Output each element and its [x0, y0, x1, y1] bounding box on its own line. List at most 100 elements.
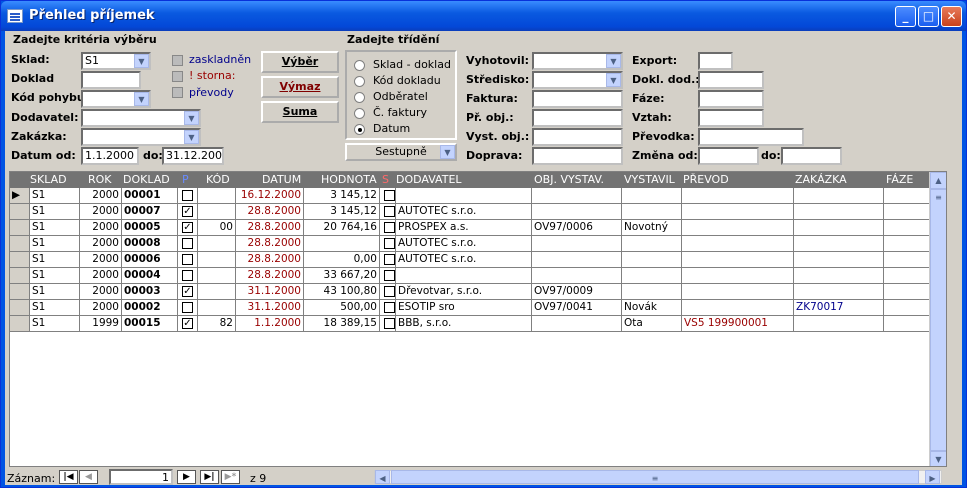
cell-datum[interactable]: 28.8.2000 — [236, 252, 304, 268]
cell-obj[interactable] — [532, 316, 622, 332]
cell-datum[interactable]: 31.1.2000 — [236, 300, 304, 316]
cell-rok[interactable]: 2000 — [80, 268, 122, 284]
cell-datum[interactable]: 16.12.2000 — [236, 188, 304, 204]
cell-obj[interactable] — [532, 268, 622, 284]
dokl-dod-input[interactable] — [698, 71, 764, 89]
prevody-checkbox[interactable] — [172, 87, 183, 98]
cell-obj[interactable] — [532, 252, 622, 268]
cell-obj[interactable] — [532, 188, 622, 204]
cell-hodnota[interactable]: 18 389,15 — [304, 316, 380, 332]
chevron-down-icon[interactable]: ▼ — [606, 54, 621, 68]
cell-zakazka[interactable] — [794, 268, 884, 284]
prevodka-input[interactable] — [698, 128, 804, 146]
chevron-down-icon[interactable]: ▼ — [440, 145, 455, 159]
col-vystavil[interactable]: VYSTAVIL — [624, 173, 675, 187]
scroll-down-icon[interactable]: ▼ — [930, 451, 946, 466]
checkbox-s[interactable] — [384, 318, 395, 329]
vyber-button[interactable]: Výběr — [261, 51, 339, 73]
table-row[interactable]: S1 2000 00007 ✓ 28.8.2000 3 145,12 AUTOTEC s.r… — [10, 204, 946, 220]
datum-do-input[interactable]: 31.12.2000 — [162, 147, 224, 165]
cell-dodavatel[interactable]: AUTOTEC s.r.o. — [396, 236, 532, 252]
table-row[interactable]: S1 2000 00002 31.1.2000 500,00 ESOTIP sro OV97… — [10, 300, 946, 316]
cell-zakazka[interactable] — [794, 220, 884, 236]
table-row[interactable]: ▶ S1 2000 00001 16.12.2000 3 145,12 — [10, 188, 946, 204]
cell-rok[interactable]: 2000 — [80, 236, 122, 252]
col-p[interactable]: P — [182, 173, 189, 187]
naskladnen-checkbox[interactable] — [172, 55, 183, 66]
cell-rok[interactable]: 2000 — [80, 300, 122, 316]
storna-checkbox[interactable] — [172, 71, 183, 82]
cell-prevod[interactable] — [682, 284, 794, 300]
cell-doklad[interactable]: 00004 — [122, 268, 178, 284]
cell-rok[interactable]: 1999 — [80, 316, 122, 332]
cell-vystavil[interactable]: Novotný — [622, 220, 682, 236]
col-rok[interactable]: ROK — [88, 173, 112, 187]
cell-hodnota[interactable]: 500,00 — [304, 300, 380, 316]
cell-dodavatel[interactable]: AUTOTEC s.r.o. — [396, 252, 532, 268]
checkbox-p[interactable] — [182, 190, 193, 201]
cell-doklad[interactable]: 00006 — [122, 252, 178, 268]
cell-sklad[interactable]: S1 — [30, 204, 80, 220]
sort-radio-0[interactable] — [354, 60, 365, 71]
cell-datum[interactable]: 28.8.2000 — [236, 236, 304, 252]
zakazka-combo[interactable]: ▼ — [81, 128, 201, 146]
cell-vystavil[interactable]: Novák — [622, 300, 682, 316]
suma-button[interactable]: Suma — [261, 101, 339, 123]
cell-vystavil[interactable] — [622, 236, 682, 252]
vyst-obj-input[interactable] — [532, 128, 623, 146]
col-sklad[interactable]: SKLAD — [30, 173, 67, 187]
col-kod[interactable]: KÓD — [206, 173, 230, 187]
cell-datum[interactable]: 28.8.2000 — [236, 220, 304, 236]
chevron-down-icon[interactable]: ▼ — [134, 92, 149, 106]
cell-prevod[interactable] — [682, 268, 794, 284]
sort-radio-1[interactable] — [354, 76, 365, 87]
cell-vystavil[interactable] — [622, 268, 682, 284]
checkbox-s[interactable] — [384, 190, 395, 201]
cell-sklad[interactable]: S1 — [30, 284, 80, 300]
last-record-button[interactable]: ▶| — [200, 470, 219, 484]
cell-kod[interactable] — [198, 268, 236, 284]
checkbox-s[interactable] — [384, 302, 395, 313]
minimize-button[interactable]: _ — [895, 6, 916, 27]
scroll-left-icon[interactable]: ◀ — [375, 470, 390, 484]
cell-sklad[interactable]: S1 — [30, 268, 80, 284]
doklad-input[interactable] — [81, 71, 141, 89]
cell-hodnota[interactable]: 0,00 — [304, 252, 380, 268]
cell-kod[interactable] — [198, 252, 236, 268]
cell-obj[interactable] — [532, 236, 622, 252]
cell-kod[interactable]: 82 — [198, 316, 236, 332]
table-row[interactable]: S1 2000 00005 ✓ 00 28.8.2000 20 764,16 PROSPEX … — [10, 220, 946, 236]
cell-doklad[interactable]: 00007 — [122, 204, 178, 220]
cell-sklad[interactable]: S1 — [30, 300, 80, 316]
chevron-down-icon[interactable]: ▼ — [606, 73, 621, 87]
checkbox-s[interactable] — [384, 222, 395, 233]
horizontal-scrollbar[interactable]: ◀ ≡ ▶ — [374, 470, 942, 484]
checkbox-s[interactable] — [384, 254, 395, 265]
kod-pohybu-combo[interactable]: ▼ — [81, 90, 151, 108]
cell-dodavatel[interactable]: BBB, s.r.o. — [396, 316, 532, 332]
cell-prevod[interactable] — [682, 252, 794, 268]
row-selector[interactable] — [10, 252, 30, 268]
cell-dodavatel[interactable]: Dřevotvar, s.r.o. — [396, 284, 532, 300]
chevron-down-icon[interactable]: ▼ — [134, 54, 149, 68]
cell-rok[interactable]: 2000 — [80, 204, 122, 220]
row-selector[interactable] — [10, 284, 30, 300]
cell-datum[interactable]: 28.8.2000 — [236, 268, 304, 284]
checkbox-s[interactable] — [384, 270, 395, 281]
sklad-combo[interactable]: S1 ▼ — [81, 52, 151, 70]
cell-doklad[interactable]: 00002 — [122, 300, 178, 316]
vymaz-button[interactable]: Výmaz — [261, 76, 339, 98]
cell-zakazka[interactable] — [794, 236, 884, 252]
checkbox-p[interactable] — [182, 302, 193, 313]
col-datum[interactable]: DATUM — [262, 173, 301, 187]
scroll-right-icon[interactable]: ▶ — [925, 470, 940, 484]
cell-datum[interactable]: 31.1.2000 — [236, 284, 304, 300]
cell-obj[interactable]: OV97/0009 — [532, 284, 622, 300]
zmena-od-input[interactable] — [698, 147, 759, 165]
cell-zakazka[interactable] — [794, 204, 884, 220]
cell-kod[interactable] — [198, 204, 236, 220]
cell-zakazka[interactable] — [794, 252, 884, 268]
sort-radio-4[interactable] — [354, 124, 365, 135]
cell-rok[interactable]: 2000 — [80, 252, 122, 268]
cell-dodavatel[interactable]: AUTOTEC s.r.o. — [396, 204, 532, 220]
